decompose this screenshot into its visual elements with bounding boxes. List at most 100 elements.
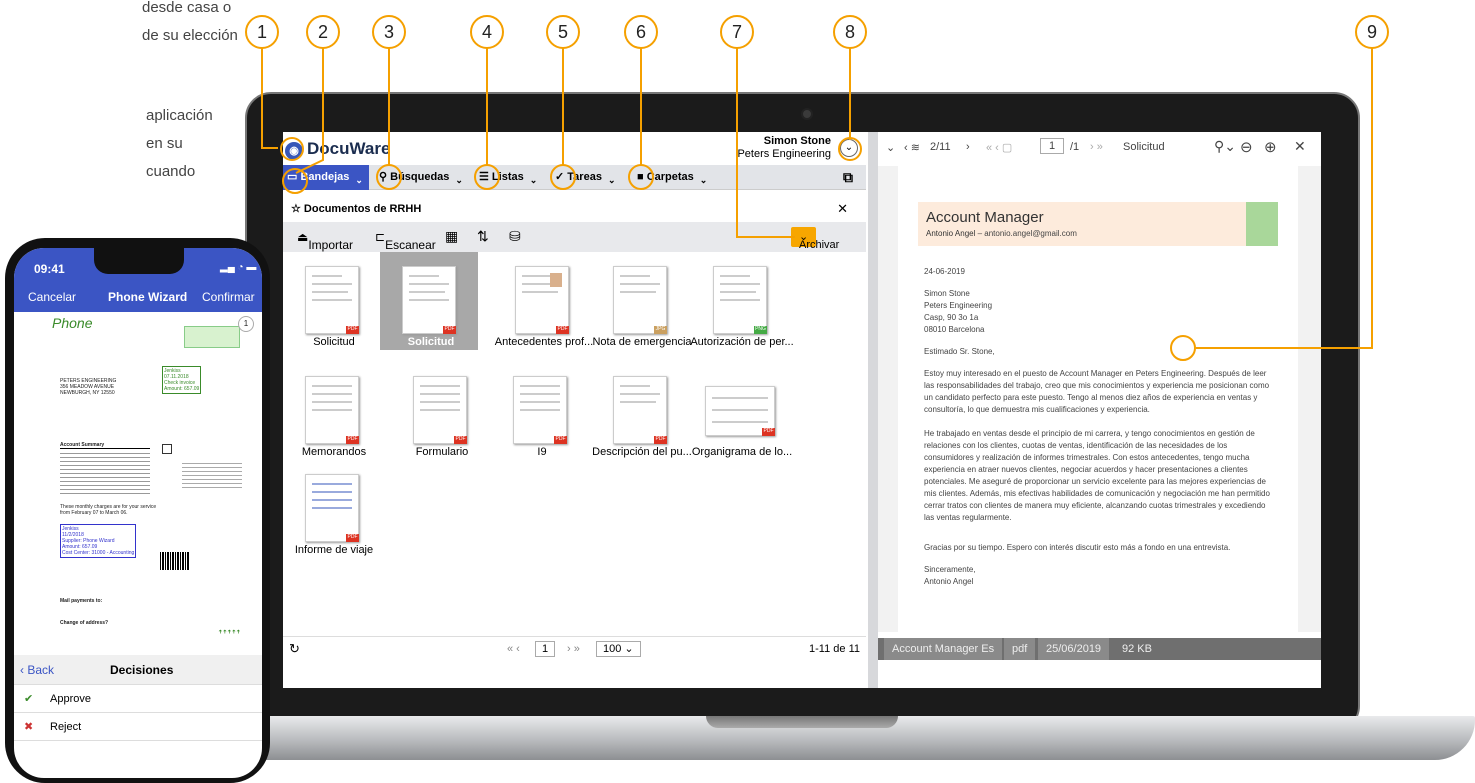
toolbar: ⏏ Importar ⊏ Escanear ▦ ⇅ ⛁ Archivar ⌄ bbox=[283, 222, 866, 252]
doc-thumbnail: JPG bbox=[613, 266, 667, 334]
grid-view-icon[interactable]: ▦ bbox=[445, 228, 458, 245]
star-icon[interactable]: ☆ bbox=[291, 203, 304, 215]
zoom-out-icon[interactable]: ⊖ bbox=[1240, 138, 1253, 156]
doc-tile[interactable]: PDF Formulario bbox=[391, 362, 489, 460]
tab-label: Listas bbox=[491, 171, 524, 183]
database-icon[interactable]: ⛁ bbox=[509, 228, 521, 245]
doc-tile[interactable]: PDF Descripción del pu... bbox=[591, 362, 692, 460]
import-button[interactable]: ⏏ Importar bbox=[297, 230, 353, 252]
search-icon: ⚲ bbox=[379, 171, 391, 183]
doc-tile[interactable]: PNG Autorización de per... bbox=[690, 252, 794, 350]
zoom-in-icon[interactable]: ⊕ bbox=[1264, 138, 1277, 156]
logo-text: DocuWare bbox=[307, 139, 391, 158]
doc-thumbnail: PDF bbox=[613, 376, 667, 444]
doc-thumbnail: PDF bbox=[305, 266, 359, 334]
user-menu-chevron-icon[interactable]: ⌄ bbox=[840, 139, 858, 157]
doc-label: Memorandos bbox=[301, 446, 367, 458]
page-input[interactable]: 1 bbox=[535, 641, 556, 657]
scan-button[interactable]: ⊏ Escanear bbox=[375, 230, 436, 252]
doc-label: Autorización de per... bbox=[690, 336, 794, 348]
doc-thumbnail: PDF bbox=[305, 474, 359, 542]
doc-tile[interactable]: PDF Informe de viaje bbox=[283, 460, 381, 558]
doc-thumbnail: PDF bbox=[413, 376, 467, 444]
letter-paragraph: Gracias por su tiempo. Espero con interé… bbox=[924, 543, 1231, 552]
doc-thumbnail: PDF bbox=[305, 376, 359, 444]
png-icon: PNG bbox=[754, 326, 767, 334]
doc-tile[interactable]: PDF Organigrama de lo... bbox=[691, 362, 792, 460]
letter-signature: Antonio Angel bbox=[924, 577, 974, 586]
page-total: /1 bbox=[1070, 141, 1080, 153]
approve-option[interactable]: ✔ Approve bbox=[14, 685, 262, 713]
phone-screen: 09:41 ▂▄ ◔ ▬ Cancelar Phone Wizard Confi… bbox=[14, 248, 262, 778]
letter-paragraph: Estoy muy interesado en el puesto de Acc… bbox=[924, 369, 1270, 414]
doc-thumbnail: PDF bbox=[515, 266, 569, 334]
doc-tile[interactable]: PDF I9 bbox=[491, 362, 589, 460]
doc-thumbnail: PDF bbox=[402, 266, 456, 334]
charges-note: These monthly charges are for your servi… bbox=[60, 504, 157, 516]
approve-label: Approve bbox=[50, 693, 91, 705]
doc-tile[interactable]: PDF Antecedentes prof... bbox=[493, 252, 593, 350]
caret-icon: ⌄ bbox=[699, 175, 708, 185]
reject-option[interactable]: ✖ Reject bbox=[14, 713, 262, 741]
invoice-document[interactable]: Phone 1 PETERS ENGINEERING 356 MEADOW AV… bbox=[22, 316, 254, 646]
approval-stamp: Jenkiss 07.11.2018 Check invoice Amount:… bbox=[162, 366, 202, 394]
callout-3: 3 bbox=[372, 15, 406, 49]
pdf-icon: PDF bbox=[443, 326, 456, 334]
recycle-icon bbox=[162, 444, 172, 454]
background-text: desde casa o de su elección bbox=[142, 0, 242, 50]
letter-header: Account Manager Antonio Angel – antonio.… bbox=[918, 202, 1278, 246]
tab-busquedas[interactable]: ⚲ Búsquedas ⌄ bbox=[375, 165, 469, 190]
sort-icon[interactable]: ⇅ bbox=[477, 228, 489, 245]
doc-tile-selected[interactable]: PDF Solicitud bbox=[380, 252, 478, 350]
document-viewer[interactable]: Account Manager Antonio Angel – antonio.… bbox=[878, 166, 1321, 632]
next-page-icon[interactable]: › » bbox=[567, 637, 580, 661]
caret-icon: ⌄ bbox=[355, 175, 363, 185]
next-doc-icon[interactable]: › bbox=[966, 141, 970, 153]
signature-mark: ꜛꜛꜛꜛꜛ bbox=[218, 630, 241, 640]
barcode bbox=[160, 552, 190, 570]
invoice-info-box bbox=[184, 326, 240, 348]
app-screen: ◉ DocuWare Simon Stone Peters Engineering… bbox=[283, 132, 1321, 688]
status-doc-date: 25/06/2019 bbox=[1038, 638, 1110, 660]
refresh-icon[interactable]: ↻ bbox=[289, 637, 300, 661]
doc-label: Organigrama de lo... bbox=[691, 446, 793, 458]
collapse-icon[interactable]: ⌄ bbox=[886, 141, 895, 154]
back-button[interactable]: ‹ Back bbox=[20, 655, 54, 685]
app-header: ◉ DocuWare Simon Stone Peters Engineering… bbox=[283, 132, 866, 165]
tab-label: Búsquedas bbox=[390, 171, 450, 183]
docuware-logo[interactable]: ◉ DocuWare bbox=[283, 139, 391, 160]
first-page-icon[interactable]: « ‹ ▢ bbox=[986, 141, 1012, 154]
letter-closing: Sinceramente, bbox=[924, 565, 976, 574]
window-icon[interactable]: ⧉ bbox=[843, 169, 853, 186]
tab-listas[interactable]: ☰ Listas ⌄ bbox=[475, 165, 545, 190]
cancel-button[interactable]: Cancelar bbox=[28, 290, 76, 304]
check-icon: ✓ bbox=[555, 171, 568, 183]
panel-splitter[interactable] bbox=[868, 132, 878, 688]
bg-line: de su elección bbox=[142, 27, 238, 44]
close-icon[interactable]: ✕ bbox=[837, 198, 848, 220]
page-size-select[interactable]: 100 ⌄ bbox=[596, 641, 641, 657]
tab-carpetas[interactable]: ■ Carpetas ⌄ bbox=[633, 165, 717, 190]
confirm-button[interactable]: Confirmar bbox=[202, 290, 255, 304]
first-page-icon[interactable]: « ‹ bbox=[507, 637, 520, 661]
stamp-icon[interactable]: ⚲⌄ bbox=[1214, 138, 1236, 155]
viewer-page-input[interactable]: 1 bbox=[1040, 138, 1065, 154]
prev-doc-icon[interactable]: ‹ ≋ bbox=[904, 141, 920, 154]
last-page-icon[interactable]: › » bbox=[1090, 141, 1103, 153]
pdf-icon: PDF bbox=[346, 436, 359, 444]
callout-5: 5 bbox=[546, 15, 580, 49]
reject-icon: ✖ bbox=[24, 721, 34, 733]
doc-tile[interactable]: JPG Nota de emergencia bbox=[591, 252, 692, 350]
doc-tile[interactable]: PDF Memorandos bbox=[283, 362, 381, 460]
page-badge: 1 bbox=[238, 316, 254, 332]
callout-2: 2 bbox=[306, 15, 340, 49]
tab-bandejas[interactable]: ▭ Bandejas ⌄ bbox=[283, 165, 369, 190]
archive-button[interactable]: Archivar ⌄ bbox=[791, 227, 839, 251]
close-viewer-icon[interactable]: ✕ bbox=[1294, 138, 1306, 155]
doc-thumbnail: PNG bbox=[713, 266, 767, 334]
camera bbox=[801, 108, 813, 120]
summary-title: Account Summary bbox=[60, 442, 150, 449]
tab-tareas[interactable]: ✓ Tareas ⌄ bbox=[551, 165, 627, 190]
doc-tile[interactable]: PDF Solicitud bbox=[283, 252, 381, 350]
caret-icon: ⌄ bbox=[529, 175, 538, 185]
